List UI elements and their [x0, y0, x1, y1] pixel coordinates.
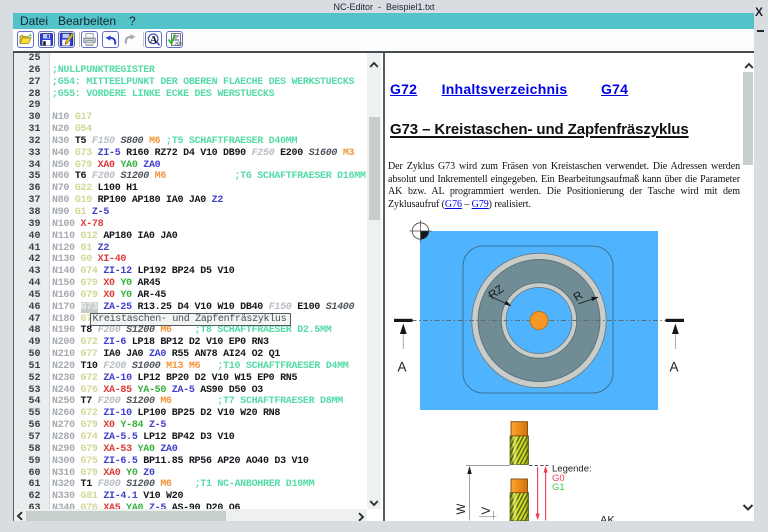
svg-text:A: A	[670, 360, 679, 375]
svg-text:W: W	[456, 504, 468, 515]
svg-text:A: A	[398, 360, 407, 375]
svg-text:ab: ab	[175, 42, 182, 48]
svg-text:V: V	[481, 507, 493, 515]
svg-text:AK: AK	[600, 515, 615, 522]
svg-text:G1: G1	[552, 482, 565, 493]
svg-text:A: A	[150, 34, 158, 46]
